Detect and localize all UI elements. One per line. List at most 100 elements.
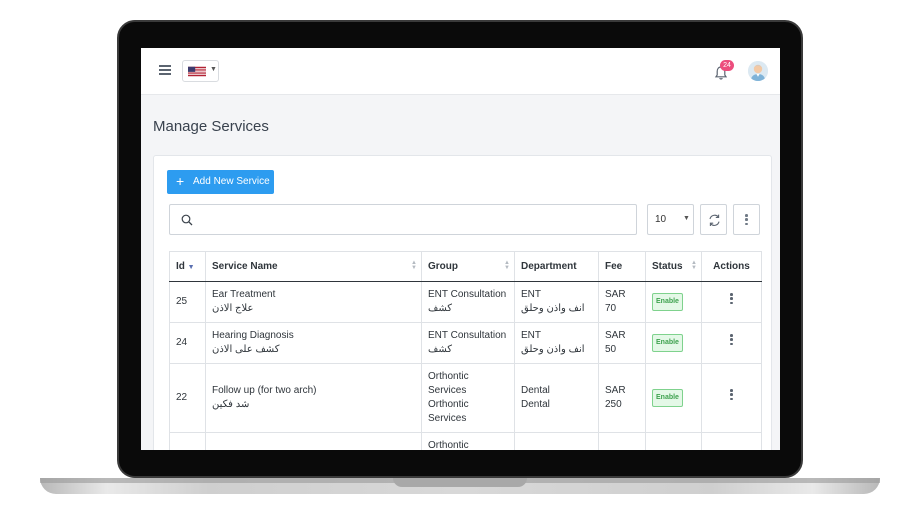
cell-group: ENT Consultation كشف — [421, 322, 515, 364]
refresh-icon — [709, 214, 720, 226]
sort-icon: ▲ ▼ — [504, 260, 510, 271]
app-screen: ▼ 24 Manage Services + Add New Service 1… — [141, 48, 780, 450]
column-header-id-label: Id — [176, 261, 185, 272]
chevron-down-icon: ▼ — [683, 215, 690, 222]
table-options-button[interactable] — [733, 204, 760, 235]
cell-department: ENT انف واذن وحلق — [514, 281, 599, 323]
chevron-down-icon: ▼ — [210, 66, 217, 73]
cell-status: Enable — [645, 363, 702, 433]
column-header-department[interactable]: Department — [514, 251, 599, 282]
cell-group: ENT Consultation كشف — [421, 281, 515, 323]
add-new-service-button[interactable]: + Add New Service — [167, 170, 274, 194]
row-actions-kebab-icon[interactable] — [730, 334, 733, 347]
service-name-en: Hearing Diagnosis — [212, 330, 294, 341]
cell-id: 22 — [169, 363, 206, 433]
column-header-fee-label: Fee — [605, 261, 623, 272]
cell-actions — [701, 363, 762, 433]
sort-desc-icon: ▼ — [187, 264, 195, 271]
cell-id: 25 — [169, 281, 206, 323]
top-navbar: ▼ 24 — [141, 48, 780, 95]
fee-line: 250 — [605, 399, 622, 410]
row-actions-kebab-icon[interactable] — [730, 293, 733, 306]
table-row: 22 Follow up (for two arch) شد فكين Ortho… — [169, 363, 762, 433]
services-table: Id ▼ Service Name ▲ ▼ Group ▲ ▼ Department F… — [169, 251, 762, 450]
language-selector[interactable]: ▼ — [182, 60, 219, 82]
group-line: Orthontic — [428, 440, 469, 450]
table-header-row: Id ▼ Service Name ▲ ▼ Group ▲ ▼ Department F… — [169, 251, 762, 282]
department-line: انف واذن وحلق — [521, 344, 585, 355]
department-line: Dental — [521, 385, 550, 396]
column-header-status[interactable]: Status ▲ ▼ — [645, 251, 702, 282]
cell-service-name: Hearing Diagnosis كشف على الاذن — [205, 322, 422, 364]
fee-line: SAR — [605, 385, 626, 396]
status-badge: Enable — [652, 334, 683, 352]
avatar-icon — [748, 61, 768, 81]
cell-department — [514, 432, 599, 450]
table-row: 24 Hearing Diagnosis كشف على الاذن ENT Co… — [169, 322, 762, 364]
cell-service-name: Follow up (for two arch) شد فكين — [205, 363, 422, 433]
cell-fee: SAR 250 — [598, 363, 646, 433]
column-header-status-label: Status — [652, 261, 683, 272]
page-size-value: 10 — [655, 214, 667, 225]
cell-actions — [701, 322, 762, 364]
group-line: Orthontic — [428, 371, 469, 382]
cell-department: Dental Dental — [514, 363, 599, 433]
cell-service-name — [205, 432, 422, 450]
group-line: ENT Consultation — [428, 330, 507, 341]
laptop-notch — [393, 478, 527, 487]
group-line: كشف — [428, 303, 453, 314]
notification-badge: 24 — [720, 60, 734, 71]
sort-icon: ▲ ▼ — [411, 260, 417, 271]
service-name-ar: شد فكين — [212, 399, 250, 410]
column-header-group[interactable]: Group ▲ ▼ — [421, 251, 515, 282]
column-header-department-label: Department — [521, 261, 577, 272]
column-header-fee[interactable]: Fee — [598, 251, 646, 282]
cell-actions — [701, 432, 762, 450]
status-badge: Enable — [652, 389, 683, 407]
status-badge: Enable — [652, 293, 683, 311]
us-flag-icon — [188, 66, 206, 77]
row-actions-kebab-icon[interactable] — [730, 389, 733, 402]
group-line: كشف — [428, 344, 453, 355]
cell-group: Orthontic Services Orthontic Services — [421, 363, 515, 433]
column-header-actions-label: Actions — [713, 261, 750, 272]
search-box — [169, 204, 637, 235]
service-name-en: Ear Treatment — [212, 289, 276, 300]
kebab-icon — [745, 214, 748, 227]
cell-service-name: Ear Treatment علاج الاذن — [205, 281, 422, 323]
cell-status — [645, 432, 702, 450]
add-new-service-label: Add New Service — [193, 176, 270, 187]
services-card: + Add New Service 10 ▼ Id ▼ Service Name… — [153, 155, 772, 450]
group-line: ENT Consultation — [428, 289, 507, 300]
table-row: Orthontic — [169, 432, 762, 450]
department-line: ENT — [521, 330, 541, 341]
column-header-group-label: Group — [428, 261, 458, 272]
group-line: Services — [428, 385, 467, 396]
column-header-service-name[interactable]: Service Name ▲ ▼ — [205, 251, 422, 282]
refresh-button[interactable] — [700, 204, 727, 235]
cell-status: Enable — [645, 322, 702, 364]
cell-actions — [701, 281, 762, 323]
cell-status: Enable — [645, 281, 702, 323]
table-row: 25 Ear Treatment علاج الاذن ENT Consultat… — [169, 281, 762, 323]
cell-fee — [598, 432, 646, 450]
group-line: Orthontic — [428, 399, 469, 410]
cell-id — [169, 432, 206, 450]
search-icon — [181, 214, 193, 226]
department-line: انف واذن وحلق — [521, 303, 585, 314]
page-title: Manage Services — [153, 118, 269, 135]
cell-department: ENT انف واذن وحلق — [514, 322, 599, 364]
column-header-id[interactable]: Id ▼ — [169, 251, 206, 282]
search-input[interactable] — [200, 210, 625, 230]
cell-group: Orthontic — [421, 432, 515, 450]
cell-fee: SAR 70 — [598, 281, 646, 323]
menu-icon[interactable] — [159, 65, 171, 75]
department-line: Dental — [521, 399, 550, 410]
column-header-actions: Actions — [701, 251, 762, 282]
department-line: ENT — [521, 289, 541, 300]
page-size-select[interactable]: 10 ▼ — [647, 204, 694, 235]
service-name-ar: كشف على الاذن — [212, 344, 280, 355]
service-name-en: Follow up (for two arch) — [212, 385, 317, 396]
sort-icon: ▲ ▼ — [691, 260, 697, 271]
avatar[interactable] — [748, 61, 768, 81]
